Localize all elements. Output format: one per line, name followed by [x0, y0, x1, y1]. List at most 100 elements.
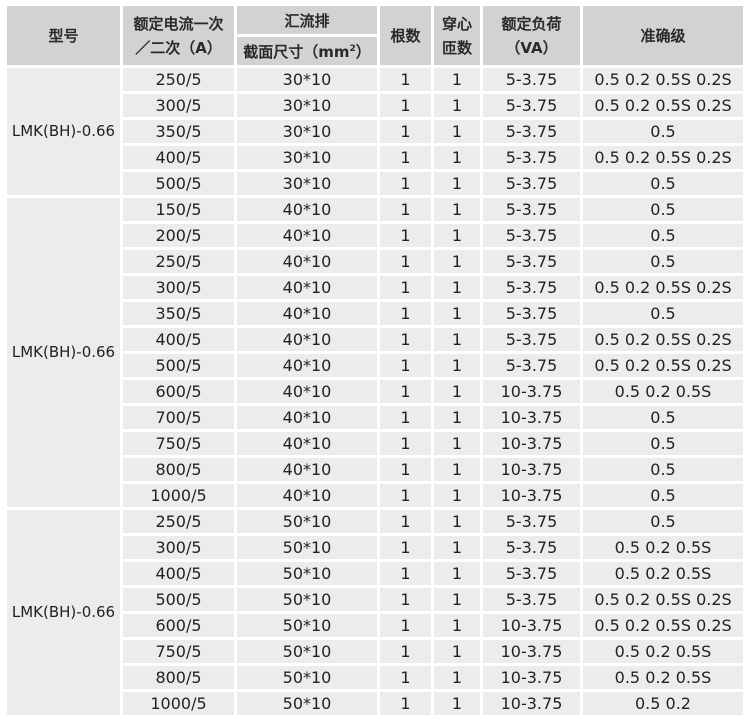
count-cell: 1: [380, 666, 431, 689]
section-cell: 50*10: [237, 614, 377, 637]
section-cell: 40*10: [237, 198, 377, 221]
turns-cell: 1: [434, 68, 480, 91]
count-cell: 1: [380, 250, 431, 273]
count-cell: 1: [380, 302, 431, 325]
burden-cell: 5-3.75: [483, 562, 580, 585]
burden-cell: 5-3.75: [483, 224, 580, 247]
count-cell: 1: [380, 640, 431, 663]
count-cell: 1: [380, 458, 431, 481]
burden-cell: 10-3.75: [483, 640, 580, 663]
turns-cell: 1: [434, 172, 480, 195]
current-cell: 750/5: [123, 640, 234, 663]
accuracy-cell: 0.5: [583, 172, 743, 195]
current-cell: 400/5: [123, 328, 234, 351]
count-cell: 1: [380, 406, 431, 429]
turns-cell: 1: [434, 536, 480, 559]
header-rated-current-line1: 额定电流一次: [133, 14, 224, 33]
burden-cell: 5-3.75: [483, 354, 580, 377]
header-rated-current: 额定电流一次 ／二次（A）: [123, 6, 234, 65]
turns-cell: 1: [434, 276, 480, 299]
section-cell: 50*10: [237, 666, 377, 689]
section-cell: 30*10: [237, 146, 377, 169]
header-busbar: 汇流排: [237, 6, 377, 34]
count-cell: 1: [380, 68, 431, 91]
table-row: LMK(BH)-0.66 150/5 40*10 1 1 5-3.75 0.5: [7, 198, 743, 507]
burden-cell: 10-3.75: [483, 406, 580, 429]
section-cell: 40*10: [237, 432, 377, 455]
burden-cell: 10-3.75: [483, 432, 580, 455]
accuracy-cell: 0.5: [583, 510, 743, 533]
section-cell: 30*10: [237, 120, 377, 143]
header-busbar-section-text: 截面尺寸（mm: [243, 42, 350, 61]
accuracy-cell: 0.5 0.2 0.5S: [583, 666, 743, 689]
header-turns: 穿心 匝数: [434, 6, 480, 65]
accuracy-cell: 0.5: [583, 224, 743, 247]
section-cell: 40*10: [237, 250, 377, 273]
burden-cell: 5-3.75: [483, 172, 580, 195]
count-cell: 1: [380, 94, 431, 117]
section-cell: 40*10: [237, 354, 377, 377]
turns-cell: 1: [434, 510, 480, 533]
accuracy-cell: 0.5 0.2 0.5S: [583, 380, 743, 403]
burden-cell: 5-3.75: [483, 120, 580, 143]
accuracy-cell: 0.5: [583, 120, 743, 143]
current-cell: 350/5: [123, 302, 234, 325]
burden-cell: 5-3.75: [483, 146, 580, 169]
header-burden-line1: 额定负荷: [501, 14, 562, 33]
turns-cell: 1: [434, 562, 480, 585]
turns-cell: 1: [434, 640, 480, 663]
turns-cell: 1: [434, 328, 480, 351]
current-cell: 400/5: [123, 146, 234, 169]
accuracy-cell: 0.5 0.2 0.5S 0.2S: [583, 146, 743, 169]
burden-cell: 5-3.75: [483, 302, 580, 325]
header-count: 根数: [380, 6, 431, 65]
model-cell: LMK(BH)-0.66: [7, 198, 120, 507]
current-cell: 200/5: [123, 224, 234, 247]
accuracy-cell: 0.5 0.2 0.5S: [583, 640, 743, 663]
section-cell: 50*10: [237, 640, 377, 663]
count-cell: 1: [380, 198, 431, 221]
table-row: LMK(BH)-0.66 250/5 50*10 1 1 5-3.75 0.5: [7, 510, 743, 715]
turns-cell: 1: [434, 302, 480, 325]
turns-cell: 1: [434, 380, 480, 403]
accuracy-cell: 0.5: [583, 198, 743, 221]
accuracy-cell: 0.5 0.2 0.5S: [583, 536, 743, 559]
header-burden-line2: （VA）: [505, 38, 558, 57]
turns-cell: 1: [434, 432, 480, 455]
burden-cell: 5-3.75: [483, 94, 580, 117]
header-burden: 额定负荷 （VA）: [483, 6, 580, 65]
current-cell: 500/5: [123, 354, 234, 377]
header-busbar-section: 截面尺寸（mm2）: [237, 37, 377, 65]
table-body: LMK(BH)-0.66 250/5 30*10 1 1 5-3.75 0.5 0.2 0.…: [7, 68, 743, 715]
section-cell: 30*10: [237, 94, 377, 117]
burden-cell: 10-3.75: [483, 484, 580, 507]
section-cell: 50*10: [237, 692, 377, 715]
count-cell: 1: [380, 146, 431, 169]
accuracy-cell: 0.5: [583, 432, 743, 455]
current-cell: 1000/5: [123, 484, 234, 507]
accuracy-cell: 0.5: [583, 250, 743, 273]
burden-cell: 10-3.75: [483, 380, 580, 403]
accuracy-cell: 0.5 0.2 0.5S 0.2S: [583, 94, 743, 117]
turns-cell: 1: [434, 224, 480, 247]
header-turns-line1: 穿心: [441, 14, 472, 33]
turns-cell: 1: [434, 120, 480, 143]
section-cell: 40*10: [237, 276, 377, 299]
accuracy-cell: 0.5: [583, 406, 743, 429]
count-cell: 1: [380, 562, 431, 585]
current-cell: 750/5: [123, 432, 234, 455]
section-cell: 40*10: [237, 328, 377, 351]
turns-cell: 1: [434, 666, 480, 689]
current-cell: 800/5: [123, 666, 234, 689]
turns-cell: 1: [434, 250, 480, 273]
current-cell: 400/5: [123, 562, 234, 585]
count-cell: 1: [380, 354, 431, 377]
count-cell: 1: [380, 224, 431, 247]
count-cell: 1: [380, 484, 431, 507]
turns-cell: 1: [434, 94, 480, 117]
turns-cell: 1: [434, 588, 480, 611]
burden-cell: 5-3.75: [483, 588, 580, 611]
current-cell: 350/5: [123, 120, 234, 143]
current-cell: 500/5: [123, 172, 234, 195]
accuracy-cell: 0.5 0.2 0.5S 0.2S: [583, 614, 743, 637]
